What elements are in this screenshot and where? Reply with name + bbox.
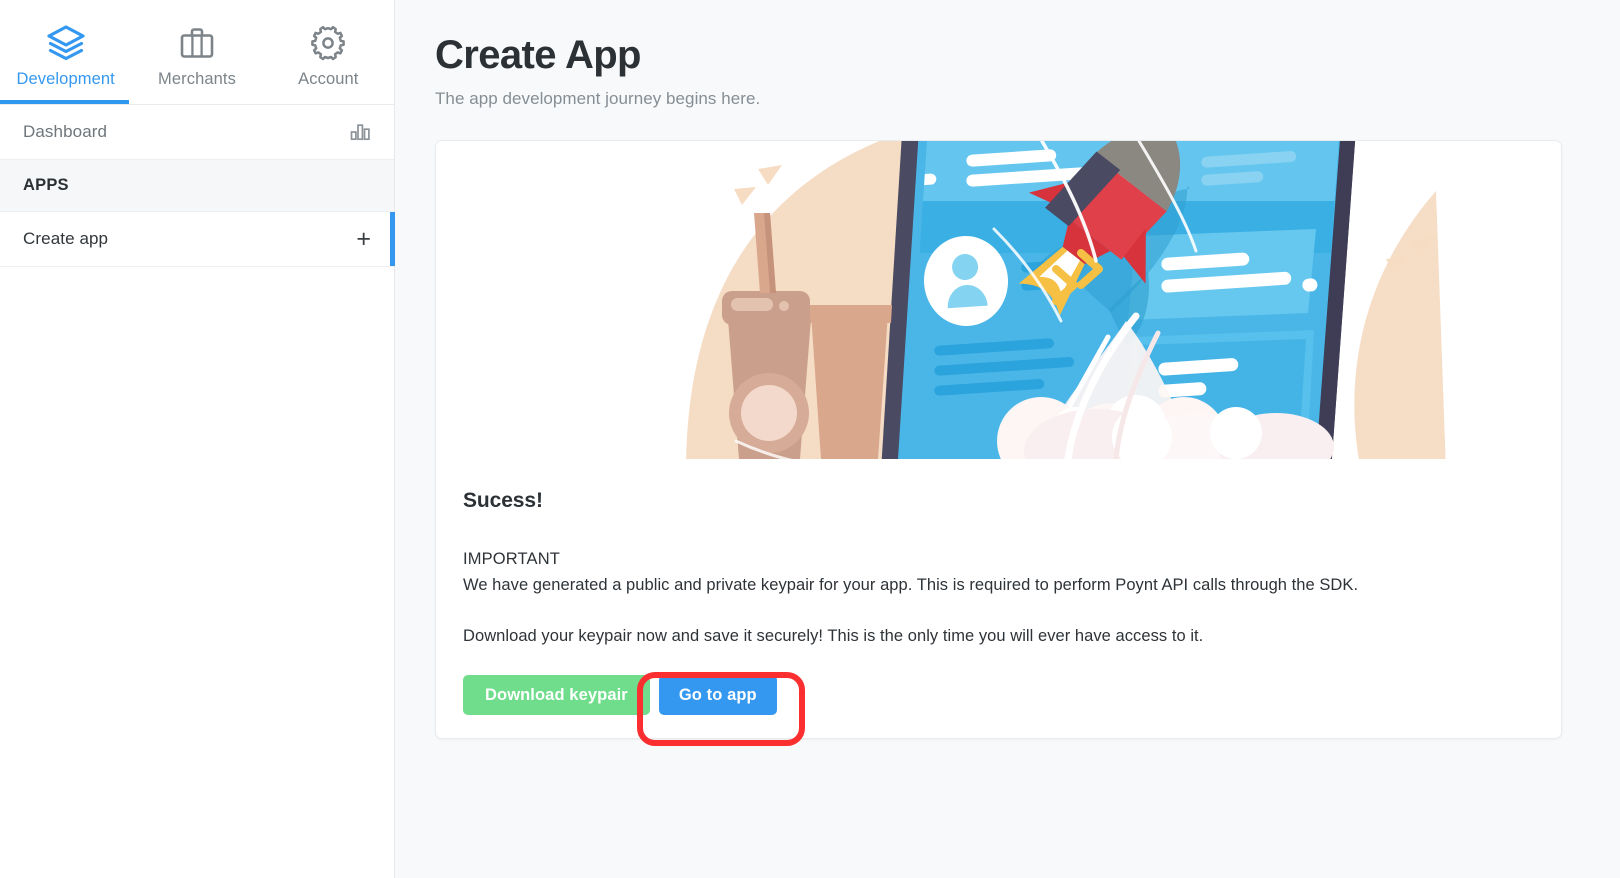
card-body: Sucess! IMPORTANT We have generated a pu… — [436, 459, 1561, 715]
briefcase-icon — [178, 22, 216, 64]
sidebar-item-create-app[interactable]: Create app + — [0, 212, 395, 267]
page-title: Create App — [435, 33, 642, 77]
keypair-warning-paragraph: Download your keypair now and save it se… — [463, 627, 1204, 645]
main-content: Create App The app development journey b… — [395, 0, 1620, 878]
gear-icon — [309, 22, 347, 64]
go-to-app-button[interactable]: Go to app — [658, 675, 777, 715]
bar-chart-icon — [349, 123, 371, 141]
nav-tab-merchants[interactable]: Merchants — [131, 0, 262, 104]
sidebar-section-apps-label: APPS — [23, 176, 69, 194]
top-nav: Development Merchants Account — [0, 0, 394, 105]
download-keypair-button[interactable]: Download keypair — [463, 675, 650, 715]
keypair-info-paragraph: We have generated a public and private k… — [463, 576, 1359, 594]
sidebar-item-create-app-label: Create app — [23, 229, 109, 248]
success-card: Sucess! IMPORTANT We have generated a pu… — [435, 140, 1562, 739]
sidebar: Development Merchants Account Dashboard … — [0, 0, 395, 878]
sidebar-item-dashboard[interactable]: Dashboard — [0, 105, 394, 160]
important-heading: IMPORTANT — [463, 550, 560, 568]
sidebar-section-apps: APPS — [0, 160, 394, 212]
card-actions: Download keypair Go to app — [463, 675, 1534, 715]
page-subtitle: The app development journey begins here. — [435, 89, 761, 108]
sidebar-item-dashboard-label: Dashboard — [23, 122, 108, 141]
nav-tab-account-label: Account — [298, 70, 359, 88]
plus-icon: + — [356, 224, 371, 253]
nav-tab-account[interactable]: Account — [263, 0, 394, 104]
active-tab-underline — [0, 100, 129, 104]
nav-tab-merchants-label: Merchants — [158, 70, 236, 88]
layers-icon — [46, 22, 86, 64]
nav-tab-development-label: Development — [16, 70, 115, 88]
rocket-tablet-coffee-illustration — [436, 141, 1561, 459]
app-root: Development Merchants Account Dashboard … — [0, 0, 1620, 878]
nav-tab-development[interactable]: Development — [0, 0, 131, 104]
success-heading: Sucess! — [463, 489, 543, 512]
